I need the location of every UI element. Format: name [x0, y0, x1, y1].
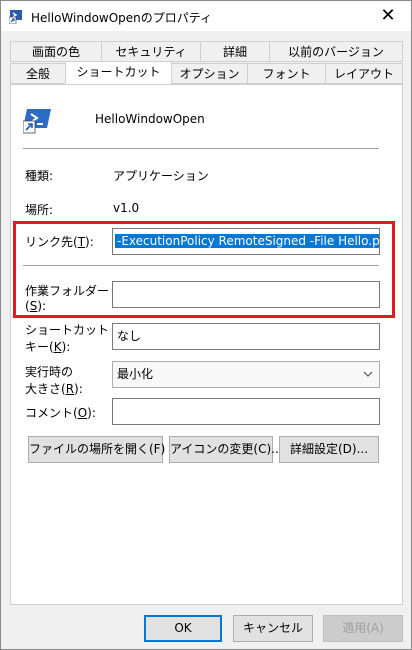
tab-options[interactable]: オプション	[171, 63, 248, 84]
shortcut-app-icon	[9, 10, 22, 24]
red-highlight-box	[13, 221, 395, 318]
run-label-key: 大きさ(R):	[25, 382, 83, 396]
comment-field[interactable]	[112, 398, 380, 425]
run-select[interactable]: 最小化	[112, 361, 380, 388]
change-icon-button[interactable]: アイコンの変更(C)...	[169, 436, 283, 463]
tab-font[interactable]: フォント	[247, 63, 326, 84]
tab-security[interactable]: セキュリティ	[101, 41, 201, 62]
title-bar: HelloWindowOpenのプロパティ ✕	[1, 1, 411, 31]
tab-colors[interactable]: 画面の色	[10, 41, 102, 62]
hotkey-field[interactable]: なし	[112, 323, 380, 350]
apply-button[interactable]: 適用(A)	[323, 615, 403, 642]
hotkey-label-key: キー(K):	[25, 340, 71, 354]
tab-general[interactable]: 全般	[10, 63, 66, 84]
ok-button[interactable]: OK	[144, 615, 222, 642]
location-label: 場所:	[25, 203, 54, 217]
location-value: v1.0	[113, 201, 140, 215]
divider	[23, 148, 379, 149]
hotkey-label: ショートカット	[25, 323, 110, 337]
type-label: 種類:	[25, 169, 54, 183]
tab-layout[interactable]: レイアウト	[325, 63, 403, 84]
tab-shortcut[interactable]: ショートカット	[65, 61, 172, 84]
run-label: 実行時の	[25, 365, 74, 379]
tab-details[interactable]: 詳細	[200, 41, 270, 62]
properties-dialog: HelloWindowOpenのプロパティ ✕ 画面の色 セキュリティ 詳細 以…	[0, 0, 412, 650]
shortcut-name: HelloWindowOpen	[95, 112, 205, 126]
type-value: アプリケーション	[113, 169, 209, 183]
chevron-down-icon	[363, 371, 373, 377]
window-title: HelloWindowOpenのプロパティ	[31, 11, 213, 25]
advanced-button[interactable]: 詳細設定(D)...	[279, 436, 379, 463]
close-icon: ✕	[380, 5, 396, 26]
tab-previous-versions[interactable]: 以前のバージョン	[269, 41, 403, 62]
close-button[interactable]: ✕	[365, 1, 411, 31]
powershell-shortcut-icon	[23, 109, 51, 134]
cancel-button[interactable]: キャンセル	[233, 615, 313, 642]
comment-label: コメント(O):	[25, 406, 96, 420]
open-file-location-button[interactable]: ファイルの場所を開く(F)	[28, 436, 165, 463]
